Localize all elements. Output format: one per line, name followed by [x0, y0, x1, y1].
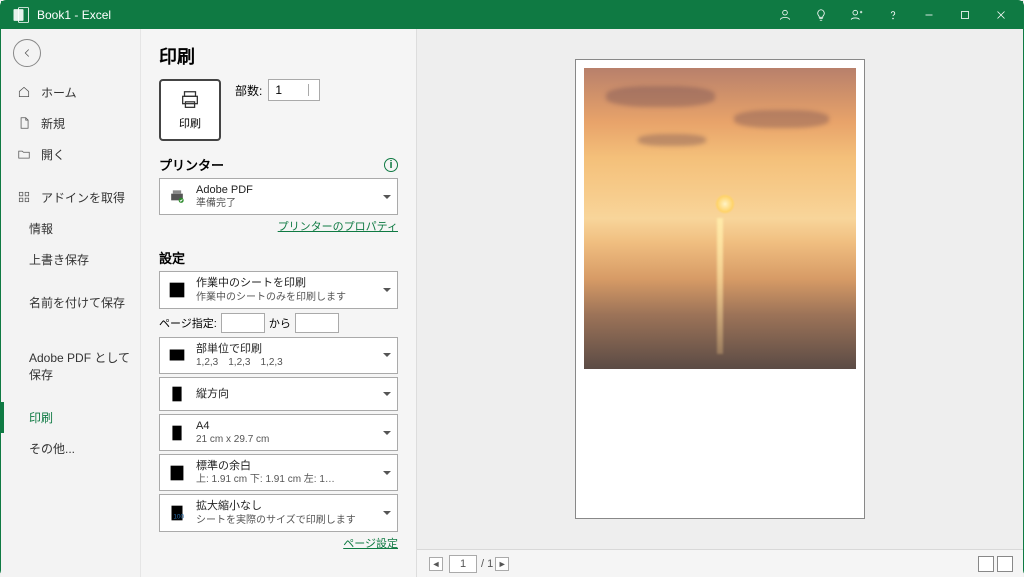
back-button[interactable] — [13, 39, 41, 67]
page-setup-link[interactable]: ページ設定 — [159, 535, 398, 551]
app-icon — [11, 5, 31, 25]
home-icon — [17, 85, 33, 101]
page-to-input[interactable] — [295, 313, 339, 333]
show-margins-button[interactable] — [978, 556, 994, 572]
preview-image — [584, 68, 856, 369]
sidebar-item-adobe-pdf[interactable]: Adobe PDF として保存 — [1, 342, 140, 390]
scaling-select[interactable]: 100 拡大縮小なしシートを実際のサイズで印刷します — [159, 494, 398, 531]
print-button-label: 印刷 — [179, 115, 201, 131]
sidebar-item-label: 名前を付けて保存 — [29, 294, 125, 311]
minimize-button[interactable] — [911, 1, 947, 29]
sidebar-item-saveas[interactable]: 名前を付けて保存 — [1, 287, 140, 318]
coming-soon-icon[interactable] — [839, 1, 875, 29]
sidebar-item-label: 開く — [41, 146, 65, 163]
page-from-input[interactable] — [221, 313, 265, 333]
sidebar-item-addins[interactable]: アドインを取得 — [1, 182, 140, 213]
new-icon — [17, 116, 33, 132]
page-range: ページ指定: から — [159, 313, 398, 333]
sidebar-item-label: アドインを取得 — [41, 189, 125, 206]
next-page-button[interactable]: ► — [495, 557, 509, 571]
prev-page-button[interactable]: ◄ — [429, 557, 443, 571]
window-title: Book1 - Excel — [37, 8, 111, 22]
copies-label: 部数: — [235, 82, 262, 99]
sidebar-item-home[interactable]: ホーム — [1, 77, 140, 108]
preview-page — [575, 59, 865, 519]
sidebar-item-label: 印刷 — [29, 409, 53, 426]
print-preview: ◄ 1 / 1 ► — [416, 29, 1023, 577]
sidebar-item-open[interactable]: 開く — [1, 139, 140, 170]
maximize-button[interactable] — [947, 1, 983, 29]
backstage-sidebar: ホーム 新規 開く アドインを取得 情報 上書き保存 名前を付けて保存 Adob… — [1, 29, 141, 577]
sidebar-item-label: 上書き保存 — [29, 251, 89, 268]
sidebar-item-print[interactable]: 印刷 — [1, 402, 140, 433]
addins-icon — [17, 190, 33, 206]
paper-size-select[interactable]: A421 cm x 29.7 cm — [159, 414, 398, 451]
sidebar-item-save[interactable]: 上書き保存 — [1, 244, 140, 275]
margins-icon — [166, 462, 188, 484]
print-button[interactable]: 印刷 — [159, 79, 221, 141]
scale-icon: 100 — [166, 502, 188, 524]
sidebar-item-label: Adobe PDF として保存 — [29, 349, 130, 383]
printer-header: プリンター — [159, 155, 224, 174]
account-icon[interactable] — [767, 1, 803, 29]
settings-header: 設定 — [159, 248, 185, 267]
orientation-select[interactable]: 縦方向 — [159, 377, 398, 411]
printer-select[interactable]: Adobe PDF 準備完了 — [159, 178, 398, 215]
page-title: 印刷 — [159, 43, 398, 69]
sheet-icon — [166, 279, 188, 301]
close-button[interactable] — [983, 1, 1019, 29]
margins-select[interactable]: 標準の余白上: 1.91 cm 下: 1.91 cm 左: 1… — [159, 454, 398, 491]
sidebar-item-label: その他... — [29, 440, 75, 457]
info-icon[interactable]: i — [384, 158, 398, 172]
printer-properties-link[interactable]: プリンターのプロパティ — [159, 218, 398, 234]
current-page-input[interactable]: 1 — [449, 555, 477, 573]
titlebar: Book1 - Excel — [1, 1, 1023, 29]
preview-footer: ◄ 1 / 1 ► — [417, 549, 1023, 577]
collate-select[interactable]: 部単位で印刷1,2,3 1,2,3 1,2,3 — [159, 337, 398, 374]
sidebar-item-new[interactable]: 新規 — [1, 108, 140, 139]
printer-device-icon — [166, 186, 188, 208]
zoom-to-page-button[interactable] — [997, 556, 1013, 572]
lightbulb-icon[interactable] — [803, 1, 839, 29]
printer-icon — [177, 89, 203, 111]
paper-icon — [166, 422, 188, 444]
preview-canvas — [417, 29, 1023, 549]
sidebar-item-info[interactable]: 情報 — [1, 213, 140, 244]
copies-input[interactable]: 1 — [268, 79, 320, 101]
open-icon — [17, 147, 33, 163]
sidebar-item-label: 情報 — [29, 220, 53, 237]
collate-icon — [166, 344, 188, 366]
svg-text:100: 100 — [173, 514, 184, 521]
help-icon[interactable] — [875, 1, 911, 29]
sidebar-item-label: 新規 — [41, 115, 65, 132]
portrait-icon — [166, 383, 188, 405]
total-pages: 1 — [487, 558, 493, 570]
sidebar-item-other[interactable]: その他... — [1, 433, 140, 464]
print-settings: 印刷 印刷 部数: 1 プリンター i Ad — [141, 29, 416, 577]
print-scope-select[interactable]: 作業中のシートを印刷作業中のシートのみを印刷します — [159, 271, 398, 308]
sidebar-item-label: ホーム — [41, 84, 77, 101]
